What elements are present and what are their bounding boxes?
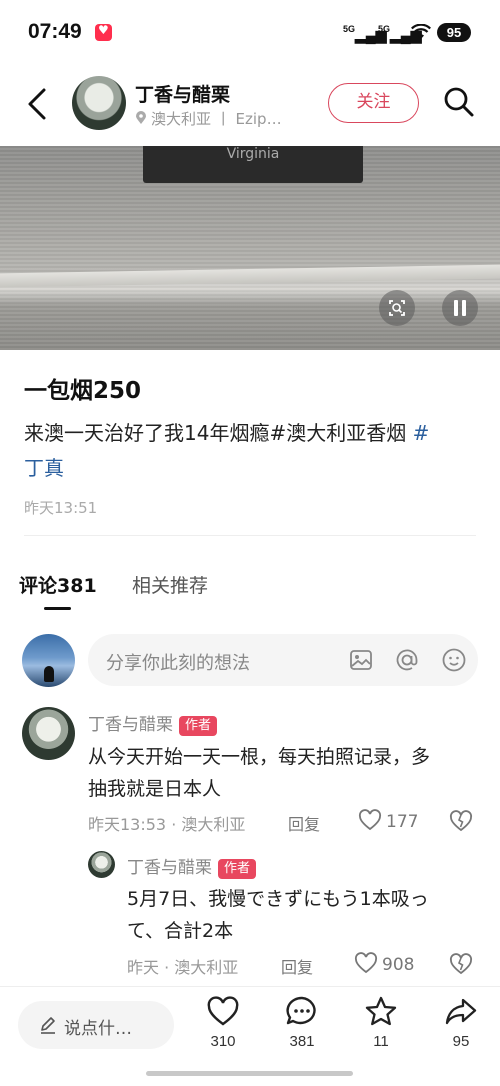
post-hashtag-marker[interactable]: # [406,421,430,445]
reply-text-line: 5月7日、我慢できずにもう1本吸っ [127,888,429,910]
reply-text: 5月7日、我慢できずにもう1本吸っ て、合計2本 [127,883,429,947]
divider [24,535,476,536]
video-player[interactable]: Virginia [0,146,500,350]
pencil-icon [41,1017,55,1034]
status-bar: 07:49 5G▂▄▆ 5G▂▄▆ 95 [0,0,500,62]
emoji-icon[interactable] [441,647,467,673]
broken-heart-icon[interactable] [449,809,473,833]
broken-heart-icon[interactable] [449,952,473,976]
reply-avatar[interactable] [88,851,115,878]
comment-author[interactable]: 丁香与醋栗 作者 [88,710,218,736]
comment-avatar[interactable] [22,707,75,760]
tab-underline [44,607,71,610]
video-sign-text: Virginia [226,146,280,162]
share-arrow-icon [445,998,477,1025]
post-time: 昨天13:51 [24,499,98,517]
wifi-icon [411,24,431,39]
author-avatar[interactable] [72,76,126,130]
comment-count: 381 [289,1033,315,1050]
post-body: 来澳一天治好了我14年烟瘾#澳大利亚香烟 # 丁真 [24,416,484,486]
author-badge: 作者 [218,859,257,879]
home-indicator[interactable] [146,1071,353,1076]
comment-input[interactable]: 分享你此刻的想法 [88,634,478,686]
heart-icon [358,809,382,831]
heart-icon [207,996,239,1026]
my-avatar [22,634,75,687]
post-body-text: 来澳一天治好了我14年烟瘾#澳大利亚香烟 [24,421,407,445]
like-count: 310 [210,1033,236,1050]
tab-related[interactable]: 相关推荐 [132,571,208,598]
comment-meta: 昨天13:53 · 澳大利亚 [88,815,246,834]
star-icon [365,996,397,1026]
favorite-count: 11 [373,1033,389,1050]
status-time: 07:49 [28,20,82,43]
say-something-label: 说点什… [64,1019,132,1039]
tab-comments[interactable]: 评论381 [19,571,97,598]
reply-like-count: 908 [382,955,415,975]
post-hashtag[interactable]: 丁真 [24,456,64,480]
location-pin-icon [136,111,146,124]
author-location-text: 澳大利亚 丨 Ezip… [151,110,282,128]
search-icon[interactable] [441,84,477,120]
scan-icon[interactable] [379,290,415,326]
favorite-button[interactable]: 11 [356,995,406,1050]
comment-bubble-icon [286,996,316,1025]
reply-reply-button[interactable]: 回复 [281,954,313,978]
video-sign: Virginia [143,146,363,183]
comment-text-line: 从今天开始一天一根，每天拍照记录，多 [88,746,431,768]
comment-like-count: 177 [386,812,419,832]
back-icon[interactable] [20,84,56,124]
author-badge: 作者 [179,716,218,736]
comment-author-name: 丁香与醋栗 [88,715,173,735]
author-location: 澳大利亚 丨 Ezip… [135,108,282,129]
like-button[interactable]: 310 [198,995,248,1050]
pause-icon[interactable] [442,290,478,326]
comment-text: 从今天开始一天一根，每天拍照记录，多 抽我就是日本人 [88,741,430,805]
author-name[interactable]: 丁香与醋栗 [135,80,230,107]
video-shelf [0,264,500,288]
comment-text-line: 抽我就是日本人 [88,778,222,800]
comment-like-button[interactable]: 177 [358,809,418,832]
comment-button[interactable]: 381 [277,995,327,1050]
image-icon[interactable] [348,647,374,673]
comment-placeholder: 分享你此刻的想法 [106,653,250,674]
reply-like-button[interactable]: 908 [354,952,414,975]
post-title: 一包烟250 [24,378,142,404]
reply-meta: 昨天 · 澳大利亚 [127,958,239,977]
reply-author[interactable]: 丁香与醋栗 作者 [127,853,257,879]
reply-author-name: 丁香与醋栗 [127,858,212,878]
heart-icon [354,952,378,974]
comment-reply-button[interactable]: 回复 [288,811,320,835]
follow-button[interactable]: 关注 [328,83,419,123]
post-header: 丁香与醋栗 澳大利亚 丨 Ezip… 关注 [0,62,500,146]
app-notification-icon [95,23,112,41]
share-button[interactable]: 95 [436,995,486,1050]
at-mention-icon[interactable] [394,647,420,673]
share-count: 95 [452,1033,470,1050]
say-something-button[interactable]: 说点什… [18,1001,174,1049]
battery-indicator: 95 [437,23,471,42]
reply-text-line: て、合計2本 [127,920,234,942]
